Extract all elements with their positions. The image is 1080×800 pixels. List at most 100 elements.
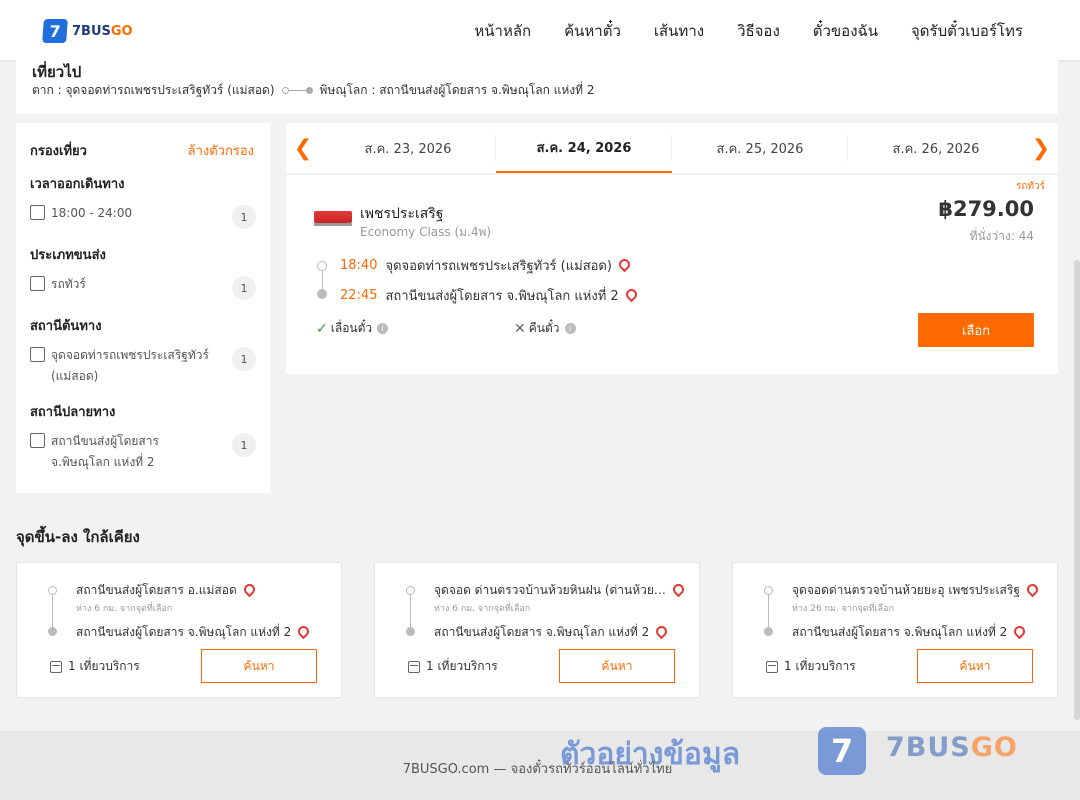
refund-label: คืนตั๋ว <box>528 321 560 335</box>
timeline-end-dot <box>406 627 415 636</box>
brand-logo[interactable]: 7 7BUSGO <box>42 19 133 43</box>
trip-route: ตาก : จุดจอดท่ารถเพชรประเสริฐทัวร์ (แม่ส… <box>32 81 595 100</box>
sample-watermark: ตัวอย่างข้อมูล <box>560 737 741 772</box>
nearby-distance: ห่าง 6 กม. จากจุดที่เลือก <box>76 604 173 614</box>
nearby-card: จุดจอดด่านตรวจบ้านห้วยยะอุ เพชรประเสริฐ … <box>732 562 1058 698</box>
departure-station: จุดจอดท่ารถเพชรประเสริฐทัวร์ (แม่สอด) <box>385 259 612 274</box>
nearby-to-label: สถานีขนส่งผู้โดยสาร จ.พิษณุโลก แห่งที่ 2 <box>434 625 650 639</box>
map-pin-icon[interactable] <box>1012 623 1028 639</box>
filter-title: กรองเที่ยว <box>30 144 87 159</box>
checkbox[interactable] <box>30 347 45 362</box>
route-origin: ตาก : จุดจอดท่ารถเพชรประเสริฐทัวร์ (แม่ส… <box>32 83 275 97</box>
filter-option-count: 1 <box>232 276 256 300</box>
arrival-time: 22:45 <box>340 288 378 303</box>
nearby-search-button[interactable]: ค้นหา <box>559 649 675 683</box>
nearby-to: สถานีขนส่งผู้โดยสาร จ.พิษณุโลก แห่งที่ 2 <box>434 623 689 642</box>
timeline-end-dot <box>317 289 327 299</box>
filter-group-title: สถานีปลายทาง <box>30 405 116 420</box>
next-date-chevron-right-icon[interactable]: ❯ <box>1024 123 1058 173</box>
filter-option-label: จุดจอดท่ารถเพชรประเสริฐทัวร์ (แม่สอด) <box>51 348 209 383</box>
nearby-service-count: 1 เที่ยวบริการ <box>766 657 856 676</box>
reschedule-label: เลื่อนตั๋ว <box>330 321 373 335</box>
filter-option-label: สถานีขนส่งผู้โดยสาร จ.พิษณุโลก แห่งที่ 2 <box>51 434 159 469</box>
filter-option[interactable]: จุดจอดท่ารถเพชรประเสริฐทัวร์ (แม่สอด) 1 <box>30 345 256 387</box>
nav-routes[interactable]: เส้นทาง <box>654 19 704 43</box>
nearby-from-label: สถานีขนส่งผู้โดยสาร อ.แม่สอด <box>76 583 237 597</box>
filter-group-title: สถานีต้นทาง <box>30 319 102 334</box>
filter-option[interactable]: สถานีขนส่งผู้โดยสาร จ.พิษณุโลก แห่งที่ 2… <box>30 431 256 473</box>
filter-group-title: เวลาออกเดินทาง <box>30 177 125 192</box>
nav-how-to-book[interactable]: วิธีจอง <box>737 19 780 43</box>
refund-policy: ✕ คืนตั๋ว i <box>514 319 576 338</box>
route-destination: พิษณุโลก : สถานีขนส่งผู้โดยสาร จ.พิษณุโล… <box>319 83 595 97</box>
filter-option[interactable]: รถทัวร์ 1 <box>30 274 256 300</box>
timeline-start-dot <box>406 586 415 595</box>
nearby-to-label: สถานีขนส่งผู้โดยสาร จ.พิษณุโลก แห่งที่ 2 <box>792 625 1008 639</box>
map-pin-icon[interactable] <box>670 581 687 597</box>
filter-option-count: 1 <box>232 205 256 229</box>
seats-available: ที่นั่งว่าง: 44 <box>969 229 1034 243</box>
scrollbar[interactable] <box>1074 260 1080 720</box>
date-selector: ❮ ส.ค. 23, 2026 ส.ค. 24, 2026 ส.ค. 25, 2… <box>286 123 1058 173</box>
date-tab[interactable]: ส.ค. 25, 2026 <box>672 123 848 173</box>
clear-filter-link[interactable]: ล้างตัวกรอง <box>188 140 254 161</box>
timeline-line <box>410 591 411 631</box>
logo-text: 7BUSGO <box>72 24 133 39</box>
ticket-price: ฿279.00 <box>938 197 1034 221</box>
nearby-search-button[interactable]: ค้นหา <box>917 649 1033 683</box>
main-nav: หน้าหลัก ค้นหาตั๋ว เส้นทาง วิธีจอง ตั๋วข… <box>474 19 1023 43</box>
info-icon[interactable]: i <box>377 323 389 334</box>
nav-my-tickets[interactable]: ตั๋วของฉัน <box>813 19 878 43</box>
nav-home[interactable]: หน้าหลัก <box>474 19 531 43</box>
nearby-from-label: จุดจอด ด่านตรวจบ้านห้วยหินฝน (ด่านห้วยหิ… <box>434 583 666 597</box>
nav-ticket-points[interactable]: จุดรับตั๋วเบอร์โทร <box>911 19 1023 43</box>
filter-option-label: รถทัวร์ <box>51 277 86 291</box>
nearby-card: จุดจอด ด่านตรวจบ้านห้วยหินฝน (ด่านห้วยหิ… <box>374 562 700 698</box>
timeline-start-dot <box>48 586 57 595</box>
nearby-card: สถานีขนส่งผู้โดยสาร อ.แม่สอด ห่าง 6 กม. … <box>16 562 342 698</box>
map-pin-icon[interactable] <box>654 623 670 639</box>
date-tab[interactable]: ส.ค. 26, 2026 <box>848 123 1024 173</box>
nearby-search-button[interactable]: ค้นหา <box>201 649 317 683</box>
operator-logo <box>314 211 352 223</box>
map-pin-icon[interactable] <box>623 286 639 302</box>
nearby-from: จุดจอดด่านตรวจบ้านห้วยยะอุ เพชรประเสริฐ <box>792 581 1047 600</box>
watermark-brand-go: GO <box>970 732 1018 763</box>
map-pin-icon[interactable] <box>296 623 312 639</box>
logo-text-bus: 7BUS <box>72 23 111 39</box>
nearby-to: สถานีขนส่งผู้โดยสาร จ.พิษณุโลก แห่งที่ 2 <box>76 623 331 642</box>
map-pin-icon[interactable] <box>1024 581 1041 597</box>
date-tab[interactable]: ส.ค. 23, 2026 <box>320 123 496 173</box>
prev-date-chevron-left-icon[interactable]: ❮ <box>286 123 320 173</box>
top-header: 7 7BUSGO หน้าหลัก ค้นหาตั๋ว เส้นทาง วิธี… <box>0 0 1080 60</box>
logo-mark: 7 <box>42 19 68 43</box>
filter-group-departure-time: เวลาออกเดินทาง 18:00 - 24:00 1 <box>30 173 256 229</box>
filter-option-count: 1 <box>232 433 256 457</box>
seat-class: Economy Class (ม.4พ) <box>360 225 492 239</box>
operator-name: เพชรประเสริฐ <box>360 206 444 222</box>
bus-icon <box>766 660 778 673</box>
filter-option[interactable]: 18:00 - 24:00 1 <box>30 203 256 229</box>
timeline-start-dot <box>317 261 327 271</box>
timeline-end-dot <box>48 627 57 636</box>
map-pin-icon[interactable] <box>241 581 258 597</box>
select-trip-button[interactable]: เลือก <box>918 313 1034 347</box>
service-count-label: 1 เที่ยวบริการ <box>426 659 498 673</box>
nearby-from: จุดจอด ด่านตรวจบ้านห้วยหินฝน (ด่านห้วยหิ… <box>434 581 689 600</box>
map-pin-icon[interactable] <box>616 256 633 272</box>
info-icon[interactable]: i <box>564 323 576 334</box>
watermark-logo-mark: 7 <box>818 727 866 775</box>
watermark-brand-bus: 7BUS <box>886 732 971 763</box>
bus-icon <box>50 660 62 673</box>
nav-search-ticket[interactable]: ค้นหาตั๋ว <box>564 19 621 43</box>
filter-group-transport-type: ประเภทขนส่ง รถทัวร์ 1 <box>30 244 256 300</box>
logo-text-go: GO <box>110 23 133 39</box>
checkbox[interactable] <box>30 276 45 291</box>
departure-stop: 18:40 จุดจอดท่ารถเพชรประเสริฐทัวร์ (แม่ส… <box>340 255 633 276</box>
arrival-station: สถานีขนส่งผู้โดยสาร จ.พิษณุโลก แห่งที่ 2 <box>385 289 619 304</box>
nearby-service-count: 1 เที่ยวบริการ <box>408 657 498 676</box>
checkbox[interactable] <box>30 433 45 448</box>
checkbox[interactable] <box>30 205 45 220</box>
reschedule-policy: ✓ เลื่อนตั๋ว i <box>316 319 389 338</box>
date-tab-active[interactable]: ส.ค. 24, 2026 <box>496 123 672 173</box>
